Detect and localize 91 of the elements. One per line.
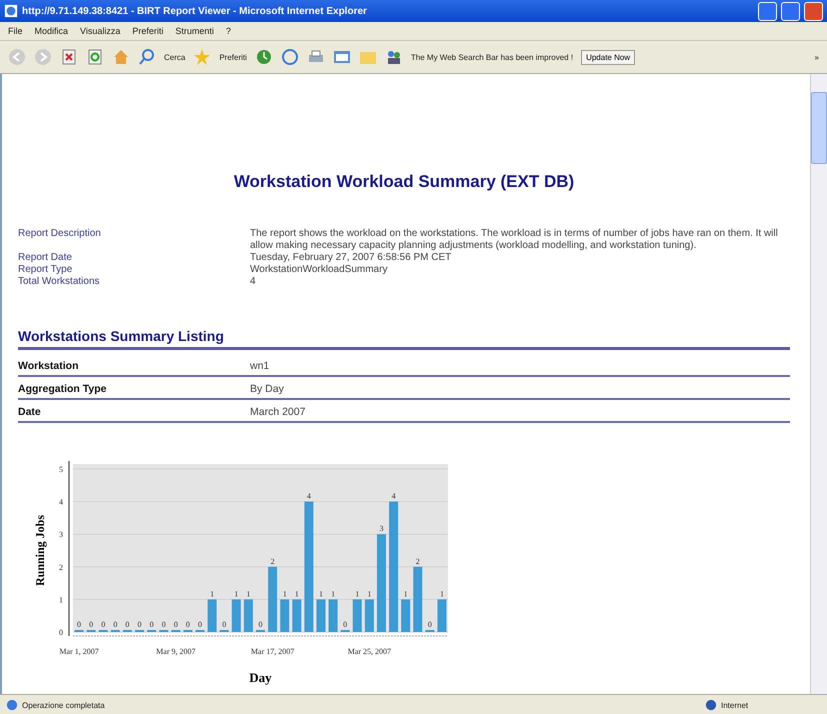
data-label: 1 [331,589,336,598]
y-tick-label: 1 [59,595,63,604]
data-label: 1 [246,589,250,598]
history-icon[interactable] [254,48,273,66]
summary-label: Workstation [18,360,80,372]
data-label: 0 [186,620,190,629]
toolbar-overflow-chevron[interactable]: » [814,52,819,62]
data-label: 0 [258,620,262,629]
x-tick-label: Mar 17, 2007 [250,647,294,656]
y-tick-label: 3 [59,530,63,540]
field-value: WorkstationWorkloadSummary [250,264,388,276]
scrollbar-thumb[interactable] [811,92,827,164]
close-button[interactable] [804,2,823,20]
data-label: 0 [77,620,82,629]
data-label: 2 [416,556,420,566]
data-label: 1 [440,589,444,598]
star-icon[interactable] [193,48,212,66]
bar [328,599,338,632]
y-tick-label: 4 [59,498,63,507]
y-tick-label: 2 [59,562,63,572]
data-label: 0 [198,620,202,629]
data-label: 0 [343,620,348,629]
stop-icon[interactable] [60,48,78,66]
data-label: 1 [294,589,299,598]
field-label: Report Date [18,252,73,264]
field-value: 4 [250,276,257,288]
field-label: Total Workstations [18,276,101,288]
data-label: 3 [379,524,384,534]
x-tick-label: Mar 1, 2007 [59,647,99,656]
search-label[interactable]: Cerca [164,52,186,62]
y-axis-title: Running Jobs [33,514,47,586]
zone-label: Internet [721,700,750,710]
bar [401,599,410,632]
update-now-button[interactable]: Update Now [581,50,636,64]
data-label: 1 [210,589,214,598]
maximize-button[interactable] [781,2,800,20]
data-label: 0 [113,620,118,629]
refresh-icon[interactable] [86,48,104,66]
bar [280,599,290,632]
window-icon[interactable] [332,48,351,66]
minimize-button[interactable] [758,2,777,20]
data-label: 0 [428,620,432,629]
data-label: 2 [270,556,275,566]
x-tick-label: Mar 25, 2007 [348,647,392,656]
y-tick-label: 5 [59,465,63,474]
data-label: 1 [367,589,372,598]
field-value: Tuesday, February 27, 2007 6:58:56 PM CET [250,252,452,264]
summary-label: Date [18,406,42,418]
data-label: 1 [355,589,360,598]
data-label: 0 [150,620,154,629]
bar [208,599,217,632]
search-icon[interactable] [138,48,156,66]
field-label: Report Type [18,264,74,276]
menu-item[interactable]: ? [226,26,231,36]
home-icon[interactable] [112,48,130,66]
data-label: 1 [234,589,238,598]
data-label: 0 [138,620,142,629]
data-label: 0 [222,620,226,629]
status-message: Operazione completata [22,700,105,710]
menu-item[interactable]: Strumenti [175,26,214,36]
field-value: The report shows the workload on the workstations. The workload is in terms of number of jobs have ran on them. It will allow making necessary capacity planning adjustments (workload modelling, and workstation tuning). [250,228,779,252]
data-label: 1 [404,589,408,598]
bar [268,566,278,632]
y-tick-label: 0 [59,628,63,637]
report-title: Workstation Workload Summary (EXT DB) [232,172,576,192]
favorites-label[interactable]: Preferiti [219,52,247,62]
summary-label: Aggregation Type [18,383,108,395]
data-label: 0 [174,620,178,629]
toolbar-notice: The My Web Search Bar has been improved ! [410,52,574,62]
x-tick-label: Mar 9, 2007 [156,647,196,656]
data-label: 0 [89,620,94,629]
section-heading: Workstations Summary Listing [18,328,790,350]
summary-value: By Day [250,383,285,395]
scrollbar[interactable] [810,74,827,694]
menu-item[interactable]: File [8,26,23,36]
menu-item[interactable]: Modifica [34,26,68,36]
data-label: 0 [162,620,166,629]
data-label: 1 [282,589,287,598]
menu-item[interactable]: Preferiti [132,26,164,36]
menu-item[interactable]: Visualizza [80,26,120,36]
data-label: 0 [125,620,130,629]
summary-value: wn1 [250,360,270,372]
data-label: 1 [318,589,323,598]
browser-icon [4,4,18,18]
data-label: 0 [101,620,106,629]
x-axis-title: Day [249,670,272,685]
summary-value: March 2007 [250,406,306,418]
data-label: 4 [392,492,396,501]
data-label: 4 [306,492,311,501]
field-label: Report Description [18,228,102,241]
window-title: http://9.71.149.38:8421 - BIRT Report Viewer - Microsoft Internet Explorer [22,6,368,16]
